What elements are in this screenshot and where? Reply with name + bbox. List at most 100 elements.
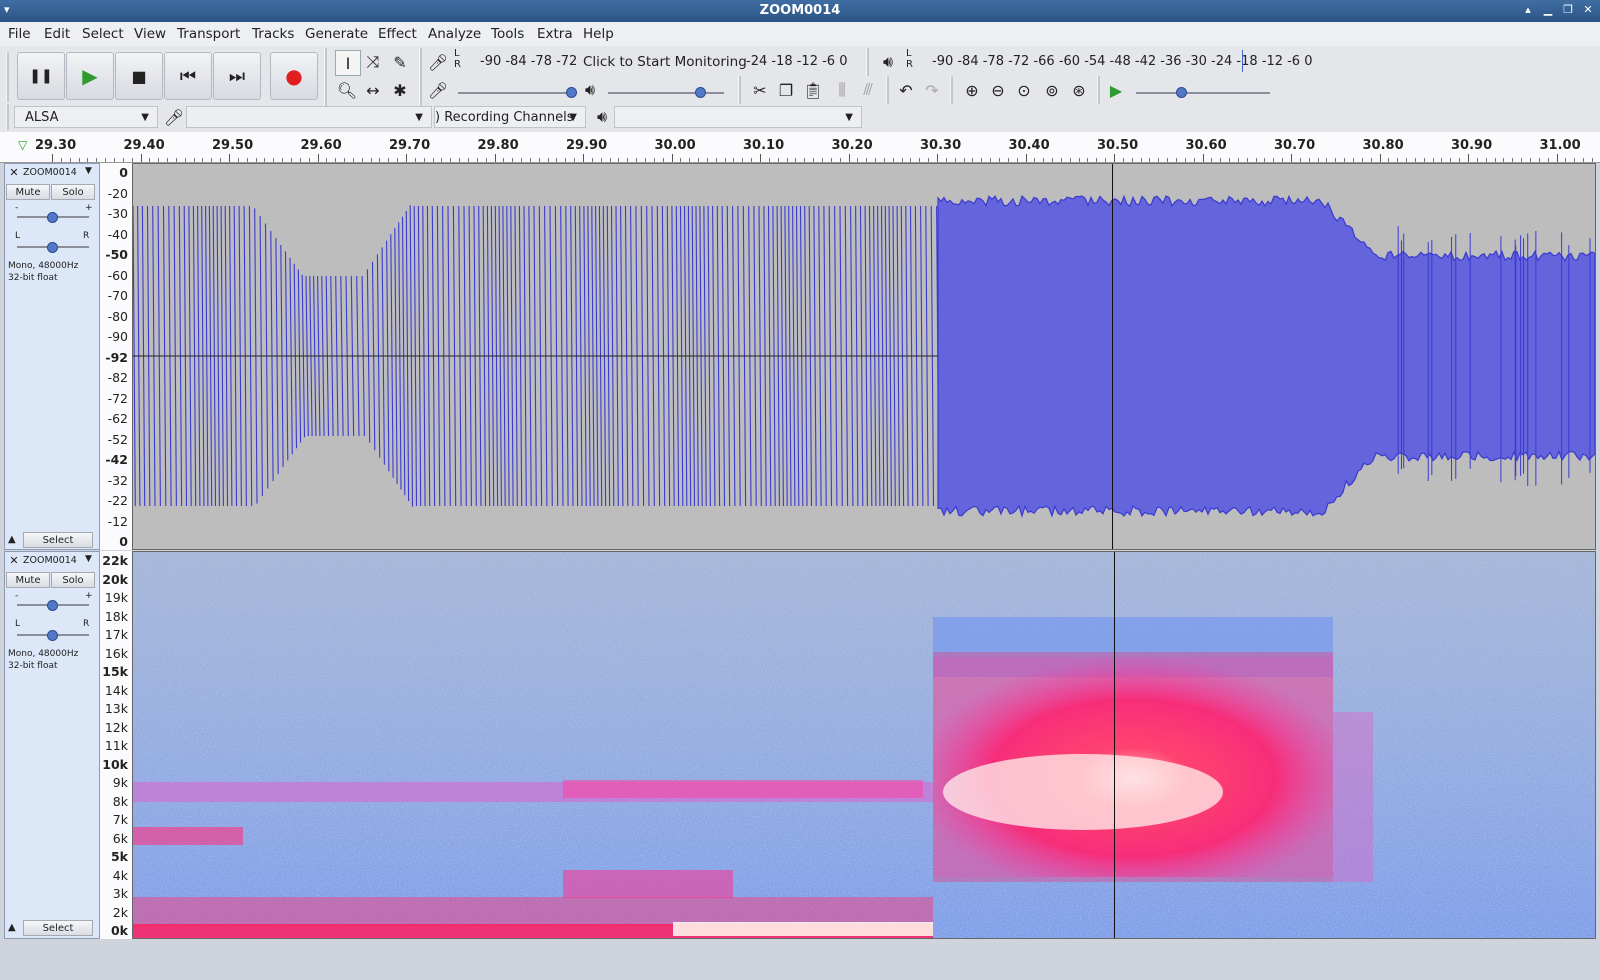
- redo-icon[interactable]: ↷: [920, 78, 944, 102]
- menu-tracks[interactable]: Tracks: [252, 26, 294, 42]
- cut-icon[interactable]: ✂: [748, 78, 772, 102]
- play-at-speed-slider[interactable]: [1136, 92, 1270, 94]
- playback-meter-speaker-icon[interactable]: 🔊︎: [876, 50, 900, 74]
- play-at-speed-knob[interactable]: [1176, 87, 1187, 98]
- paste-icon[interactable]: 📋︎: [801, 78, 825, 102]
- scale-label: 22k: [102, 553, 128, 568]
- gain-minus-label: -: [15, 590, 18, 602]
- toolbar-grip[interactable]: [6, 52, 9, 102]
- scale-label: -50: [105, 247, 128, 262]
- mute-button[interactable]: Mute: [6, 572, 50, 588]
- silence-audio-icon[interactable]: ⫻: [856, 78, 880, 102]
- ruler-tick-major: [141, 154, 142, 162]
- menu-file[interactable]: File: [8, 26, 31, 42]
- ruler-tick-minor: [742, 158, 743, 162]
- draw-tool-icon[interactable]: ✎: [388, 50, 412, 74]
- record-button[interactable]: ●: [270, 52, 318, 100]
- waveform-vertical-scale[interactable]: 0 -20 -30 -40 -50 -60 -70 -80 -90 -92 -82 -72 -62 -52…: [100, 163, 133, 550]
- track-menu-chevron-icon[interactable]: ▼: [85, 166, 92, 176]
- track-menu-chevron-icon[interactable]: ▼: [85, 554, 92, 564]
- menu-effect[interactable]: Effect: [378, 26, 417, 42]
- fit-selection-icon[interactable]: ⊙: [1012, 78, 1036, 102]
- select-track-button[interactable]: Select: [23, 532, 93, 548]
- ruler-tick-minor: [238, 158, 239, 162]
- recording-volume-slider[interactable]: [458, 92, 574, 94]
- envelope-tool-icon[interactable]: ⤨: [361, 50, 385, 74]
- record-meter-mic-icon[interactable]: 🎤︎: [426, 50, 450, 74]
- stop-button[interactable]: ■: [115, 52, 163, 100]
- fit-project-icon[interactable]: ⊚: [1040, 78, 1064, 102]
- menu-tools[interactable]: Tools: [491, 26, 524, 42]
- waveform-canvas[interactable]: [132, 163, 1596, 550]
- maximize-icon[interactable]: ❐: [1560, 2, 1576, 18]
- skip-to-start-button[interactable]: ⏮: [164, 52, 212, 100]
- timeshift-tool-icon[interactable]: ↔: [361, 78, 385, 102]
- scale-label: 0: [119, 165, 128, 180]
- track-name[interactable]: ZOOM0014: [23, 166, 81, 180]
- playback-device-select[interactable]: ▼: [614, 106, 862, 128]
- record-meter-prompt[interactable]: Click to Start Monitoring: [583, 54, 747, 70]
- menu-extra[interactable]: Extra: [537, 26, 573, 42]
- multi-tool-icon[interactable]: ✱: [388, 78, 412, 102]
- audio-host-select[interactable]: ALSA ▼: [14, 106, 158, 128]
- collapse-track-icon[interactable]: ▲: [8, 922, 16, 933]
- zoom-toggle-icon[interactable]: ⊛: [1067, 78, 1091, 102]
- menu-edit[interactable]: Edit: [44, 26, 70, 42]
- edit-cursor: [1112, 164, 1113, 549]
- pan-knob[interactable]: [47, 242, 58, 253]
- playback-volume-knob[interactable]: [695, 87, 706, 98]
- selection-tool-icon[interactable]: I: [335, 50, 361, 76]
- zoom-out-icon[interactable]: ⊖: [986, 78, 1010, 102]
- skip-to-end-button[interactable]: ⏭: [213, 52, 261, 100]
- zoom-tool-icon[interactable]: 🔍︎: [335, 78, 359, 102]
- ruler-tick-minor: [1495, 158, 1496, 162]
- ruler-tick-major: [1203, 154, 1204, 162]
- menu-generate[interactable]: Generate: [305, 26, 368, 42]
- recording-channels-select[interactable]: ) Recording Channels ▼: [434, 106, 586, 128]
- ruler-tick-minor: [636, 158, 637, 162]
- menu-help[interactable]: Help: [583, 26, 614, 42]
- track-name[interactable]: ZOOM0014: [23, 554, 81, 568]
- play-button[interactable]: ▶: [66, 52, 114, 100]
- playback-volume-slider[interactable]: [608, 92, 724, 94]
- undo-icon[interactable]: ↶: [894, 78, 918, 102]
- trim-audio-icon[interactable]: ⫼: [830, 78, 854, 102]
- ruler-tick-minor: [379, 158, 380, 162]
- timeline-ruler[interactable]: ▽ 29.30 29.40 29.50 29.60 29.70 29.80 29.90 30.…: [0, 132, 1600, 163]
- ruler-tick-major: [849, 154, 850, 162]
- select-track-button[interactable]: Select: [23, 920, 93, 936]
- gain-knob[interactable]: [47, 600, 58, 611]
- gain-knob[interactable]: [47, 212, 58, 223]
- ruler-tick-minor: [866, 158, 867, 162]
- ruler-tick-minor: [1583, 158, 1584, 162]
- mute-button[interactable]: Mute: [6, 184, 50, 200]
- menu-analyze[interactable]: Analyze: [428, 26, 481, 42]
- play-at-speed-icon[interactable]: ▶: [1104, 78, 1128, 102]
- ruler-tick-minor: [539, 158, 540, 162]
- close-track-icon[interactable]: ✕: [7, 166, 21, 180]
- menu-view[interactable]: View: [134, 26, 166, 42]
- ruler-tick-major: [1026, 154, 1027, 162]
- zoom-in-icon[interactable]: ⊕: [960, 78, 984, 102]
- ruler-tick-minor: [1070, 158, 1071, 162]
- play-head-triangle-icon[interactable]: ▽: [18, 138, 27, 152]
- ruler-tick-major: [406, 154, 407, 162]
- menu-select[interactable]: Select: [82, 26, 124, 42]
- copy-icon[interactable]: ❐: [774, 78, 798, 102]
- collapse-track-icon[interactable]: ▲: [8, 534, 16, 545]
- close-track-icon[interactable]: ✕: [7, 554, 21, 568]
- device-toolbar-grip[interactable]: [6, 104, 9, 130]
- recording-device-select[interactable]: ▼: [186, 106, 432, 128]
- spectrogram-canvas[interactable]: [132, 551, 1596, 939]
- recording-volume-knob[interactable]: [566, 87, 577, 98]
- pan-knob[interactable]: [47, 630, 58, 641]
- ruler-tick-minor: [1061, 158, 1062, 162]
- minimize-up-icon[interactable]: ▴: [1520, 2, 1536, 18]
- spectrogram-vertical-scale[interactable]: 22k 20k 19k 18k 17k 16k 15k 14k 13k 12k 11k 10k 9k 8k…: [100, 551, 133, 939]
- solo-button[interactable]: Solo: [51, 184, 95, 200]
- solo-button[interactable]: Solo: [51, 572, 95, 588]
- pause-button[interactable]: ❚❚: [17, 52, 65, 100]
- close-icon[interactable]: ✕: [1580, 2, 1596, 18]
- minimize-icon[interactable]: ▁: [1540, 2, 1556, 18]
- menu-transport[interactable]: Transport: [177, 26, 240, 42]
